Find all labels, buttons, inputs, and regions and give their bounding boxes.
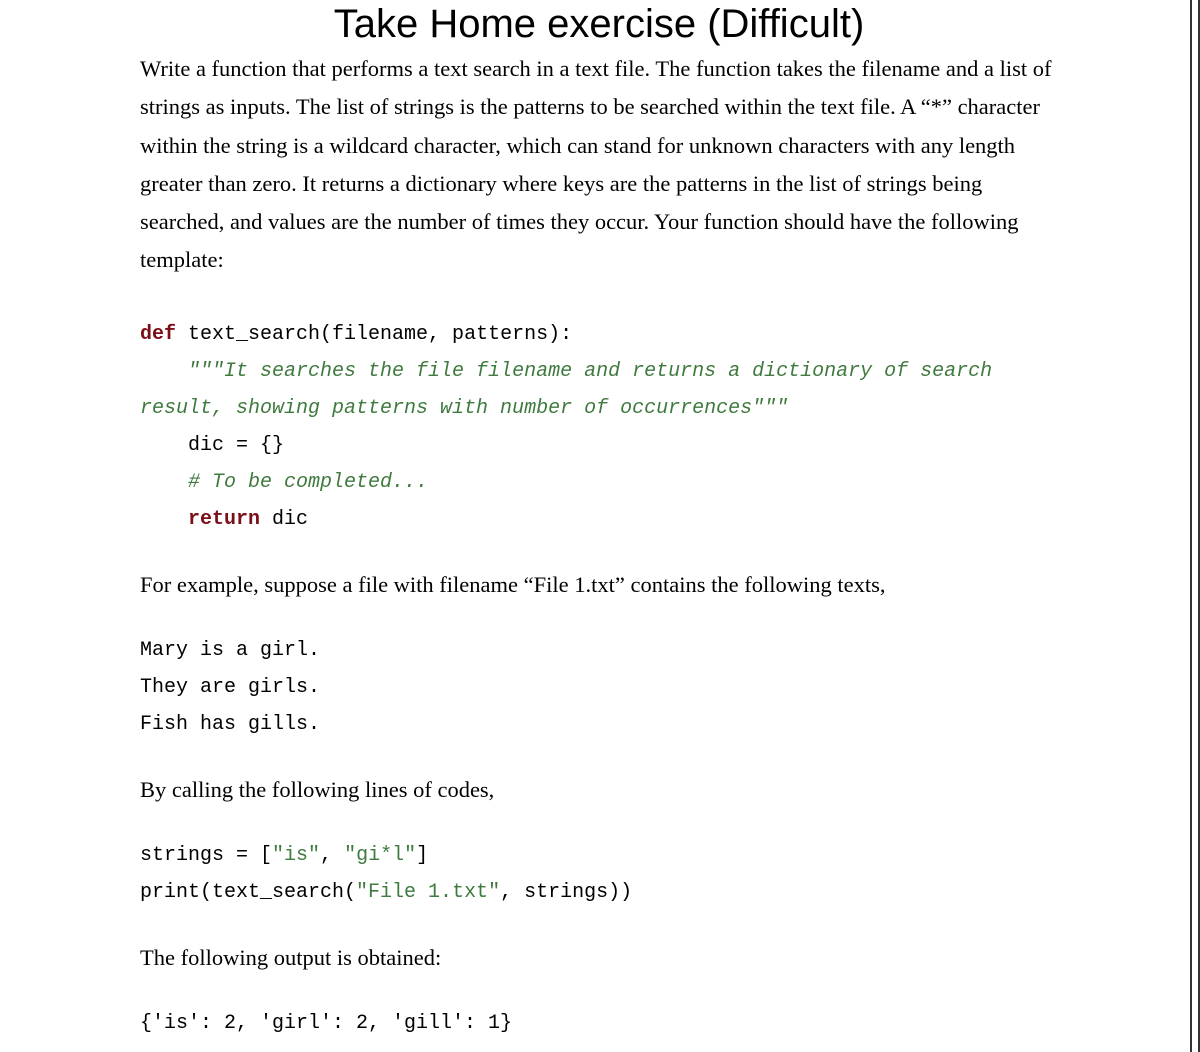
docstring-line-2: result, showing patterns with number of … xyxy=(140,397,752,420)
docstring-close: """ xyxy=(752,397,788,420)
strings-assign-prefix: strings = [ xyxy=(140,844,272,867)
call-code-block: strings = ["is", "gi*l"] print(text_sear… xyxy=(140,837,1058,911)
output-intro-paragraph: The following output is obtained: xyxy=(140,939,1058,977)
string-literal-filename: "File 1.txt" xyxy=(356,881,500,904)
print-call-suffix: , strings)) xyxy=(500,881,632,904)
docstring-open: """ xyxy=(140,360,224,383)
document-page: Take Home exercise (Difficult) Write a f… xyxy=(0,0,1200,1052)
example-intro-paragraph: For example, suppose a file with filenam… xyxy=(140,566,1058,604)
list-comma: , xyxy=(320,844,344,867)
intro-paragraph: Write a function that performs a text se… xyxy=(140,50,1058,280)
keyword-def: def xyxy=(140,323,176,346)
file-contents-block: Mary is a girl. They are girls. Fish has… xyxy=(140,632,1058,743)
page-title: Take Home exercise (Difficult) xyxy=(140,0,1058,46)
call-paragraph: By calling the following lines of codes, xyxy=(140,771,1058,809)
docstring-line-1: It searches the file filename and return… xyxy=(224,360,1004,383)
template-code-block: def text_search(filename, patterns): """… xyxy=(140,316,1058,538)
todo-comment: # To be completed... xyxy=(140,471,428,494)
function-signature: text_search(filename, patterns): xyxy=(176,323,572,346)
dic-line: dic = {} xyxy=(140,434,284,457)
output-block: {'is': 2, 'girl': 2, 'gill': 1} xyxy=(140,1005,1058,1042)
string-literal-gistarl: "gi*l" xyxy=(344,844,416,867)
return-variable: dic xyxy=(260,508,308,531)
string-literal-is: "is" xyxy=(272,844,320,867)
list-close: ] xyxy=(416,844,428,867)
keyword-return: return xyxy=(140,508,260,531)
print-call-prefix: print(text_search( xyxy=(140,881,356,904)
